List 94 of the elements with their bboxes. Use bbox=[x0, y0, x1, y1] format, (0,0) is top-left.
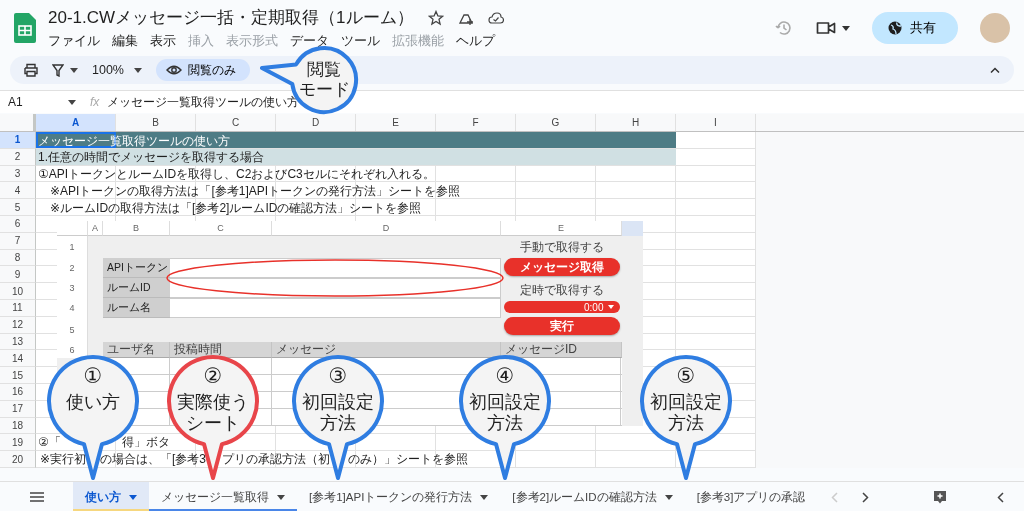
control-label: 手動で取得する bbox=[519, 239, 604, 256]
callout-label: 使い方 bbox=[66, 392, 120, 413]
sheet-tab[interactable]: [参考1]APIトークンの発行方法 bbox=[297, 482, 501, 511]
cell-text: ②「 bbox=[38, 434, 61, 452]
time-select[interactable]: 0:00 bbox=[503, 301, 620, 313]
callout-label: 閲覧 モード bbox=[298, 60, 350, 100]
menu-item[interactable]: ヘルプ bbox=[456, 33, 495, 50]
field-label: ルームID bbox=[103, 278, 170, 298]
callout-number: ③ bbox=[328, 365, 348, 386]
input-field[interactable] bbox=[170, 298, 501, 318]
fetch-button[interactable]: メッセージ取得 bbox=[503, 258, 620, 276]
chevron-up-icon[interactable] bbox=[990, 67, 1000, 73]
fx-label: fx bbox=[90, 95, 100, 109]
field-label: APIトークン bbox=[103, 258, 170, 278]
print-icon[interactable] bbox=[24, 63, 38, 77]
row-header[interactable]: 4 bbox=[0, 182, 36, 200]
table-header: メッセージID bbox=[501, 342, 622, 358]
sheet-tab[interactable]: 使い方 bbox=[73, 482, 149, 511]
column-header bbox=[622, 221, 643, 236]
callout-label: 実際使う シート bbox=[177, 392, 249, 434]
cell-text: プリの承認方法（初 bbox=[222, 451, 330, 468]
sheet-tab[interactable]: [参考2]ルームIDの確認方法 bbox=[500, 482, 685, 511]
table-header: メッセージ bbox=[272, 342, 501, 358]
row-header[interactable]: 10 bbox=[0, 283, 36, 300]
star-icon[interactable] bbox=[427, 9, 444, 26]
run-button[interactable]: 実行 bbox=[503, 317, 620, 335]
cell-text: ※ルームIDの取得方法は「[参考2]ルームIDの確認方法」シートを参照 bbox=[50, 200, 422, 215]
cell-text: ※APIトークンの取得方法は「[参考1]APIトークンの発行方法」シートを参照 bbox=[50, 183, 461, 198]
cell-text: ①APIトークンとルームIDを取得し、C2およびC3セルにそれぞれ入れる。 bbox=[38, 167, 435, 182]
caret-icon bbox=[607, 305, 614, 309]
table-header: ユーザ名 bbox=[103, 342, 170, 358]
row-header[interactable]: 9 bbox=[0, 266, 36, 284]
globe-icon bbox=[888, 21, 902, 35]
callout-number: ⑤ bbox=[676, 365, 696, 386]
filter-icon[interactable] bbox=[52, 63, 64, 77]
caret-icon bbox=[70, 67, 78, 73]
row-header[interactable]: 19 bbox=[0, 434, 36, 452]
sheet-tab[interactable]: [参考3]アプリの承認 bbox=[684, 482, 818, 511]
caret-icon bbox=[134, 67, 142, 73]
explore-icon[interactable] bbox=[933, 490, 947, 504]
caret-icon bbox=[842, 25, 850, 31]
cloud-icon[interactable] bbox=[487, 9, 504, 26]
callout-number: ① bbox=[83, 365, 103, 386]
row-header[interactable]: 20 bbox=[0, 451, 36, 468]
menu-item[interactable]: ファイル bbox=[48, 33, 100, 50]
zoom-select[interactable]: 100% bbox=[92, 63, 124, 77]
row-header: 2 bbox=[57, 258, 88, 278]
name-box[interactable]: A1 bbox=[0, 95, 68, 109]
document-title[interactable]: 20-1.CWメッセージ一括・定期取得（1ルーム） bbox=[48, 6, 414, 29]
menu-icon[interactable] bbox=[29, 492, 44, 502]
cell-text: 得」ボタ bbox=[122, 434, 170, 452]
caret-icon bbox=[68, 99, 76, 105]
column-header: D bbox=[272, 221, 501, 236]
column-header: E bbox=[501, 221, 622, 236]
row-header: 5 bbox=[57, 318, 88, 342]
row-header[interactable]: 5 bbox=[0, 199, 36, 216]
menu-item[interactable]: ツール bbox=[341, 33, 380, 50]
row-header: 1 bbox=[57, 236, 88, 258]
row-header[interactable]: 15 bbox=[0, 367, 36, 384]
video-call-icon[interactable] bbox=[816, 20, 836, 36]
eye-icon bbox=[166, 65, 182, 75]
table-header: 投稿時間 bbox=[170, 342, 272, 358]
callout-number: ④ bbox=[495, 365, 515, 386]
field-label: ルーム名 bbox=[103, 298, 170, 318]
column-header: A bbox=[88, 221, 103, 236]
column-header: C bbox=[170, 221, 272, 236]
sheets-logo-icon[interactable] bbox=[14, 13, 36, 43]
menu-item[interactable]: 表示 bbox=[150, 33, 176, 50]
cell-text: のみ）」シートを参照 bbox=[348, 451, 468, 468]
row-header[interactable]: 14 bbox=[0, 350, 36, 368]
row-header: 3 bbox=[57, 278, 88, 298]
control-label: 定時で取得する bbox=[519, 282, 604, 299]
cell-text: ※実行初 bbox=[40, 451, 87, 468]
sheet-tab[interactable]: メッセージ一覧取得 bbox=[149, 482, 297, 511]
callout-label: 初回設定 方法 bbox=[650, 392, 722, 434]
menu-item[interactable]: 編集 bbox=[112, 33, 138, 50]
input-field[interactable] bbox=[170, 278, 501, 298]
row-header: 6 bbox=[57, 342, 88, 358]
callout-number: ② bbox=[203, 365, 223, 386]
chevron-left-icon[interactable] bbox=[997, 491, 1004, 503]
formula-text[interactable]: メッセージ一覧取得ツールの使い方 bbox=[107, 93, 300, 111]
cell-text: 1.任意の時間でメッセージを取得する場合 bbox=[38, 150, 264, 165]
row-header: 4 bbox=[57, 298, 88, 318]
row-header[interactable]: 1 bbox=[0, 132, 36, 149]
view-only-button[interactable]: 閲覧のみ bbox=[156, 59, 250, 81]
menu-item[interactable]: データ bbox=[290, 33, 329, 50]
input-field[interactable] bbox=[170, 258, 501, 278]
callout-label: 初回設定 方法 bbox=[469, 392, 541, 434]
column-header[interactable]: A bbox=[36, 114, 116, 131]
cell-text: の場合は、「[参考3 bbox=[100, 451, 206, 468]
column-header: B bbox=[103, 221, 170, 236]
share-button[interactable]: 共有 bbox=[872, 12, 958, 44]
chevron-right-icon[interactable] bbox=[862, 491, 870, 503]
callout-label: 初回設定 方法 bbox=[302, 392, 374, 434]
